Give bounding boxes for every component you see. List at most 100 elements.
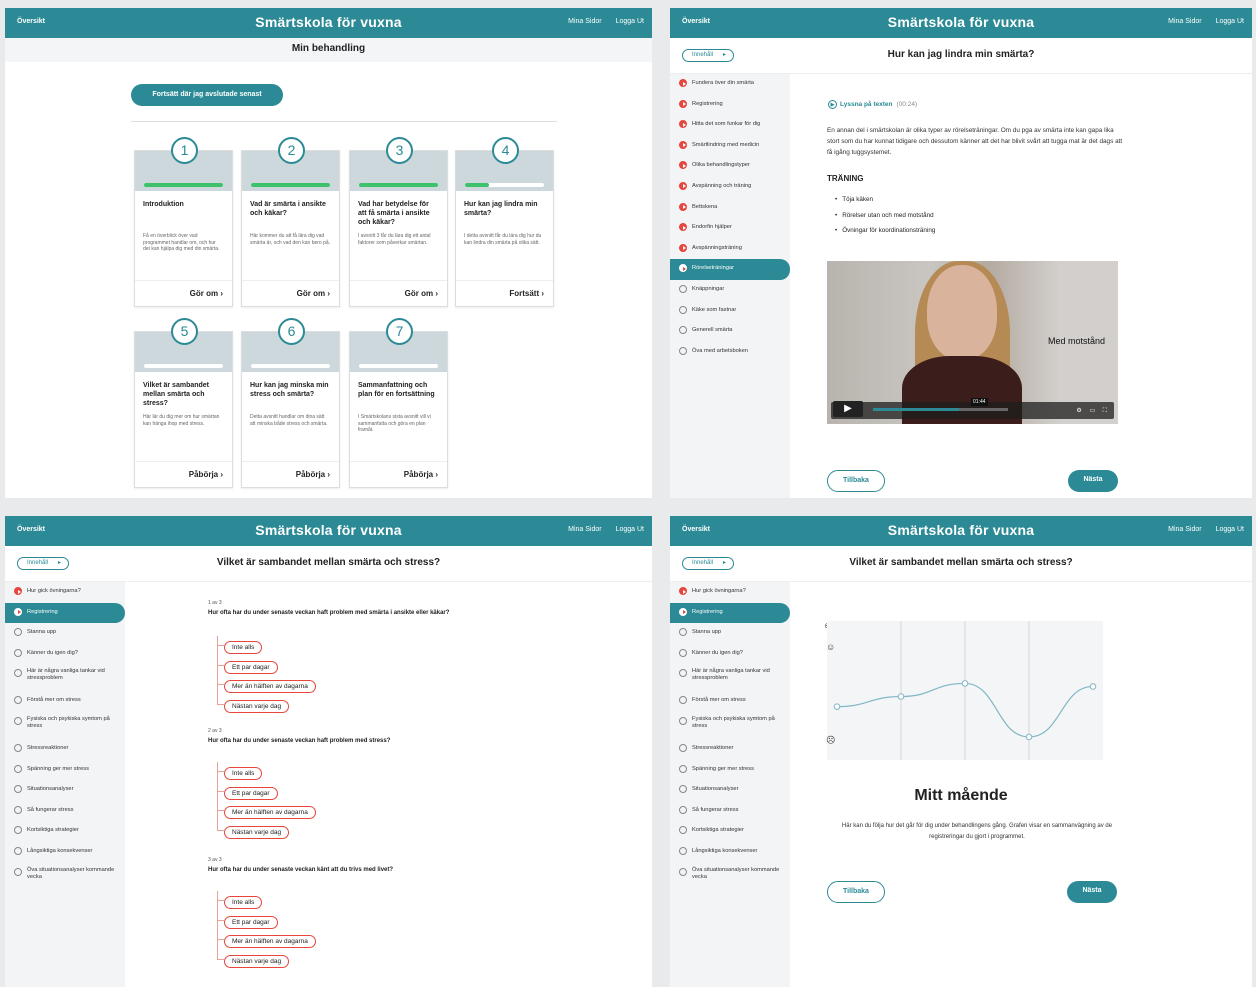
sidebar-item[interactable]: Registrering [670, 95, 790, 116]
sidebar-item[interactable]: Olika behandlingstyper [670, 156, 790, 177]
sidebar-item[interactable]: Knäppningar [670, 280, 790, 301]
sidebar-item[interactable]: Avspänningsträning [670, 239, 790, 260]
sidebar-item[interactable]: Öva situationsanalyser kommande vecka [670, 863, 790, 890]
sidebar-item[interactable]: Så fungerar stress [5, 801, 125, 822]
sidebar-item[interactable]: Stressreaktioner [5, 739, 125, 760]
sidebar-item[interactable]: Bettskena [670, 198, 790, 219]
sidebar-item[interactable]: Öva med arbetsboken [670, 342, 790, 363]
sidebar-item[interactable]: Känner du igen dig? [5, 644, 125, 665]
section-card[interactable]: 3 Vad har betydelse för att få smärta i … [349, 137, 448, 307]
logout-link[interactable]: Logga Ut [616, 18, 644, 25]
status-dot-icon [679, 120, 687, 129]
card-action-button[interactable]: Påbörja [189, 470, 223, 479]
video-progress-bar[interactable] [873, 408, 1008, 411]
answer-option[interactable]: Mer än hälften av dagarna [217, 801, 316, 821]
sidebar-item[interactable]: Endorfin hjälper [670, 218, 790, 239]
back-button[interactable]: Tillbaka [827, 470, 885, 492]
answer-option[interactable]: Nästan varje dag [217, 821, 316, 841]
sidebar-item[interactable]: Generell smärta [670, 321, 790, 342]
divider [135, 461, 232, 462]
status-dot-icon [679, 161, 687, 170]
play-button[interactable]: ▶ [833, 401, 863, 417]
card-action-button[interactable]: Påbörja [404, 470, 438, 479]
logout-link[interactable]: Logga Ut [1216, 526, 1244, 533]
sidebar-item[interactable]: Öva situationsanalyser kommande vecka [5, 863, 125, 890]
sidebar-item[interactable]: Kortsiktiga strategier [5, 821, 125, 842]
sidebar-item[interactable]: Stanna upp [5, 623, 125, 644]
contents-button[interactable]: Innehåll [17, 557, 69, 570]
top-bar: Översikt Smärtskola för vuxna Mina Sidor… [670, 516, 1252, 546]
status-dot-icon [14, 805, 22, 814]
sidebar-item[interactable]: Här är några vanliga tankar vid stresspr… [5, 664, 125, 691]
answer-option[interactable]: Inte alls [217, 636, 316, 656]
card-action-button[interactable]: Fortsätt [509, 289, 544, 298]
sidebar-item[interactable]: Förstå mer om stress [5, 691, 125, 712]
sidebar-item[interactable]: Rörelseträningar [670, 259, 790, 280]
question: 3 av 3 Hur ofta har du under senaste veck… [208, 855, 468, 875]
contents-button[interactable]: Innehåll [682, 49, 734, 62]
section-number: 3 [386, 137, 413, 164]
status-dot-icon [679, 346, 687, 355]
answer-option[interactable]: Inte alls [217, 891, 316, 911]
section-card[interactable]: 5 Vilket är sambandet mellan smärta och … [134, 318, 233, 488]
answer-option[interactable]: Ett par dagar [217, 911, 316, 931]
my-pages-link[interactable]: Mina Sidor [1168, 526, 1201, 533]
sidebar-item[interactable]: Hur gick övningarna? [670, 582, 790, 603]
back-button[interactable]: Tillbaka [827, 881, 885, 903]
my-pages-link[interactable]: Mina Sidor [568, 18, 601, 25]
logout-link[interactable]: Logga Ut [616, 526, 644, 533]
section-card[interactable]: 2 Vad är smärta i ansikte och käkar? Här… [241, 137, 340, 307]
answer-option[interactable]: Nästan varje dag [217, 950, 316, 970]
card-action-button[interactable]: Gör om [297, 289, 330, 298]
sidebar-item[interactable]: Hur gick övningarna? [5, 582, 125, 603]
sidebar-item[interactable]: Fysiska och psykiska symtom på stress [5, 712, 125, 739]
card-action-button[interactable]: Gör om [190, 289, 223, 298]
sidebar-item[interactable]: Förstå mer om stress [670, 691, 790, 712]
answer-option[interactable]: Nästan varje dag [217, 695, 316, 715]
sidebar-item[interactable]: Situationsanalyser [5, 780, 125, 801]
sidebar-item[interactable]: Långsiktiga konsekvenser [670, 842, 790, 863]
answer-option[interactable]: Inte alls [217, 762, 316, 782]
next-button[interactable]: Nästa [1067, 881, 1117, 903]
logout-link[interactable]: Logga Ut [1216, 18, 1244, 25]
sidebar-item[interactable]: Fysiska och psykiska symtom på stress [670, 712, 790, 739]
card-title: Sammanfattning och plan för en fortsättn… [358, 382, 435, 398]
section-card[interactable]: 1 Introduktion Få en överblick över vad … [134, 137, 233, 307]
next-button[interactable]: Nästa [1068, 470, 1118, 492]
my-pages-link[interactable]: Mina Sidor [568, 526, 601, 533]
divider [131, 121, 557, 122]
sidebar-item[interactable]: Här är några vanliga tankar vid stresspr… [670, 664, 790, 691]
sidebar-item[interactable]: Kortsiktiga strategier [670, 821, 790, 842]
card-action-button[interactable]: Gör om [405, 289, 438, 298]
sidebar-item-label: Generell smärta [692, 327, 733, 334]
contents-button[interactable]: Innehåll [682, 557, 734, 570]
tree-line [217, 891, 218, 959]
sidebar-item[interactable]: Stressreaktioner [670, 739, 790, 760]
sidebar-item[interactable]: Smärtlindring med medicin [670, 136, 790, 157]
answer-option[interactable]: Ett par dagar [217, 656, 316, 676]
answer-option[interactable]: Ett par dagar [217, 782, 316, 802]
section-card[interactable]: 7 Sammanfattning och plan för en fortsät… [349, 318, 448, 488]
video-player[interactable]: Med motstånd ▶ 01:44 ⚙ ▭ ⛶ [827, 261, 1118, 424]
sidebar-item[interactable]: Stanna upp [670, 623, 790, 644]
sidebar-item[interactable]: Avspänning och träning [670, 177, 790, 198]
sidebar-item[interactable]: Registrering [670, 602, 790, 624]
sidebar-item[interactable]: Registrering [5, 602, 125, 624]
answer-option[interactable]: Mer än hälften av dagarna [217, 930, 316, 950]
sidebar-item-label: Stanna upp [27, 629, 57, 636]
sidebar-item[interactable]: Känner du igen dig? [670, 644, 790, 665]
video-settings-icons[interactable]: ⚙ ▭ ⛶ [1076, 407, 1110, 415]
sidebar-item[interactable]: Fundera över din smärta [670, 74, 790, 95]
sidebar-item[interactable]: Spänning ger mer stress [5, 760, 125, 781]
sidebar-item[interactable]: Käke som fastnar [670, 301, 790, 322]
continue-button[interactable]: Fortsätt där jag avslutade senast [131, 84, 283, 106]
listen-button[interactable]: ▶ Lyssna på texten (00:24) [828, 100, 917, 109]
sidebar-item[interactable]: Långsiktiga konsekvenser [5, 842, 125, 863]
card-action-button[interactable]: Påbörja [296, 470, 330, 479]
answer-option[interactable]: Mer än hälften av dagarna [217, 675, 316, 695]
my-pages-link[interactable]: Mina Sidor [1168, 18, 1201, 25]
section-card[interactable]: 6 Hur kan jag minska min stress och smär… [241, 318, 340, 488]
section-card[interactable]: 4 Hur kan jag lindra min smärta? I detta… [455, 137, 554, 307]
sidebar-item[interactable]: Hitta det som funkar för dig [670, 115, 790, 136]
sidebar-item[interactable]: Spänning ger mer stress [670, 760, 790, 781]
